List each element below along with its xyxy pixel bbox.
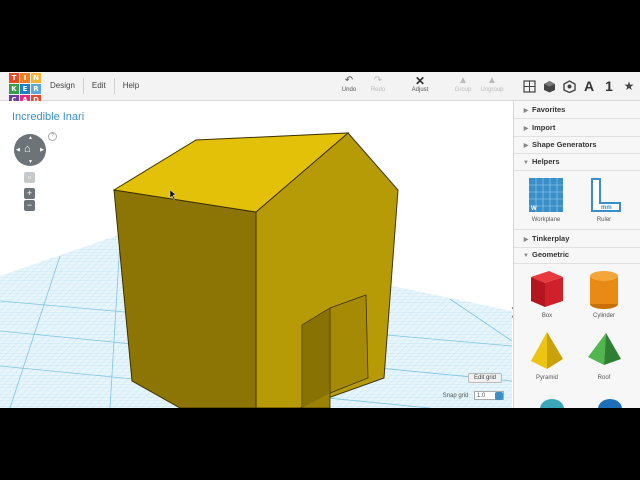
shape-label: Box — [541, 313, 553, 319]
undo-button[interactable]: ↶ Undo — [335, 75, 363, 93]
section-helpers[interactable]: ▼ Helpers — [514, 153, 640, 171]
orbit-up-icon[interactable]: ▲ — [28, 135, 33, 141]
components-icon[interactable] — [560, 77, 578, 95]
group-label: Group — [454, 87, 472, 93]
sphere-icon — [598, 399, 622, 408]
menu-help[interactable]: Help — [115, 78, 147, 94]
section-label: Helpers — [532, 157, 560, 166]
section-label: Geometric — [532, 250, 570, 259]
tinkercad-logo[interactable]: T I N K E R C A D — [9, 73, 41, 105]
undo-icon: ↶ — [344, 75, 354, 86]
shape-pyramid[interactable]: Pyramid — [523, 329, 571, 381]
workplane-icon: W — [529, 178, 563, 212]
adjust-icon: ✕ — [414, 74, 426, 88]
orbit-left-icon[interactable]: ◀ — [16, 147, 20, 153]
home-view-icon[interactable]: ⌂ — [24, 143, 31, 155]
ungroup-label: Ungroup — [480, 87, 504, 93]
grid-view-icon[interactable] — [520, 77, 538, 95]
shape-next-row-right[interactable] — [586, 393, 634, 408]
helper-label: Workplane — [531, 217, 561, 223]
logo-letter: I — [20, 73, 30, 83]
edit-grid-button[interactable]: Edit grid — [467, 373, 502, 383]
chevron-right-icon: ▶ — [523, 108, 529, 114]
logo-letter: N — [31, 73, 41, 83]
orbit-right-icon[interactable]: ▶ — [40, 147, 44, 153]
section-geometric[interactable]: ▼ Geometric — [514, 246, 640, 264]
svg-text:mm: mm — [601, 205, 612, 211]
logo-letter: R — [31, 84, 41, 94]
number-shape-button[interactable]: 1 — [600, 77, 618, 95]
group-button[interactable]: ▲ Group — [449, 75, 477, 93]
section-label: Import — [532, 123, 556, 132]
svg-text:W: W — [531, 206, 537, 212]
tinkercad-window: T I N K E R C A D Design Edit Help ↶ Und… — [0, 72, 640, 408]
redo-button[interactable]: ↷ Redo — [364, 75, 392, 93]
helper-workplane[interactable]: W Workplane — [522, 175, 570, 223]
helper-label: Ruler — [596, 217, 612, 223]
chevron-down-icon: ▼ — [523, 253, 529, 259]
section-label: Favorites — [532, 105, 566, 114]
menu-design[interactable]: Design — [42, 78, 84, 94]
zoom-out-button[interactable]: − — [24, 200, 35, 211]
box-icon — [531, 271, 563, 307]
view-controls: A 1 ★ — [520, 72, 640, 100]
shape-next-row-left[interactable] — [528, 393, 576, 408]
ungroup-button[interactable]: ▲ Ungroup — [478, 75, 506, 93]
group-icon: ▲ — [458, 75, 468, 86]
house-front-face — [113, 189, 257, 408]
section-shape-generators[interactable]: ▶ Shape Generators — [514, 136, 640, 154]
snap-grid-value: 1.0 — [477, 393, 486, 399]
logo-letter: K — [9, 84, 19, 94]
main-menu: Design Edit Help — [42, 72, 147, 100]
logo-letter: E — [20, 84, 30, 94]
door-opening-side — [329, 294, 369, 394]
dropdown-icon — [495, 392, 503, 400]
snap-grid-label: Snap grid — [442, 393, 469, 400]
workplane-scene[interactable] — [0, 101, 512, 408]
text-shape-button[interactable]: A — [580, 77, 598, 95]
star-icon[interactable]: ★ — [620, 77, 638, 95]
design-canvas[interactable]: Incredible Inari ? ▲ ▼ ◀ ▶ ⌂ ▫ + − Edit … — [0, 101, 512, 408]
top-toolbar: T I N K E R C A D Design Edit Help ↶ Und… — [0, 72, 640, 105]
adjust-button[interactable]: ✕ Adjust — [406, 75, 434, 93]
pyramid-icon — [531, 332, 563, 369]
chevron-down-icon: ▼ — [523, 160, 529, 166]
snap-grid-control: Snap grid 1.0 — [443, 391, 504, 400]
help-icon[interactable]: ? — [48, 132, 57, 141]
roof-icon — [588, 333, 621, 365]
cylinder-icon — [590, 271, 618, 309]
section-favorites[interactable]: ▶ Favorites — [514, 101, 640, 119]
shapes-panel: ▶ Favorites ▶ Import ▶ Shape Generators ▼ He… — [513, 101, 640, 408]
ungroup-icon: ▲ — [487, 75, 497, 86]
menu-edit[interactable]: Edit — [84, 78, 115, 94]
shape-box[interactable]: Box — [523, 267, 571, 319]
shape-label: Cylinder — [592, 313, 615, 319]
fit-view-icon[interactable]: ▫ — [24, 172, 35, 183]
orbit-down-icon[interactable]: ▼ — [28, 159, 33, 165]
undo-label: Undo — [341, 87, 357, 93]
design-title[interactable]: Incredible Inari — [12, 111, 84, 123]
redo-icon: ↷ — [373, 75, 383, 86]
logo-letter: T — [9, 73, 19, 83]
view-navigation-control[interactable]: ▲ ▼ ◀ ▶ ⌂ — [14, 134, 46, 166]
shape-roof[interactable]: Roof — [580, 329, 628, 381]
shape-cylinder[interactable]: Cylinder — [580, 267, 628, 319]
adjust-label: Adjust — [411, 87, 429, 93]
snap-grid-select[interactable]: 1.0 — [474, 391, 504, 400]
round-shape-icon — [540, 399, 564, 408]
section-label: Tinkerplay — [532, 234, 570, 243]
helper-ruler[interactable]: mm Ruler — [580, 175, 628, 223]
shape-label: Pyramid — [535, 375, 558, 381]
zoom-in-button[interactable]: + — [24, 188, 35, 199]
shape-label: Roof — [597, 375, 611, 381]
redo-label: Redo — [370, 87, 386, 93]
ruler-icon: mm — [591, 178, 621, 212]
section-label: Shape Generators — [532, 140, 597, 149]
cube-icon[interactable] — [540, 77, 558, 95]
section-import[interactable]: ▶ Import — [514, 119, 640, 137]
